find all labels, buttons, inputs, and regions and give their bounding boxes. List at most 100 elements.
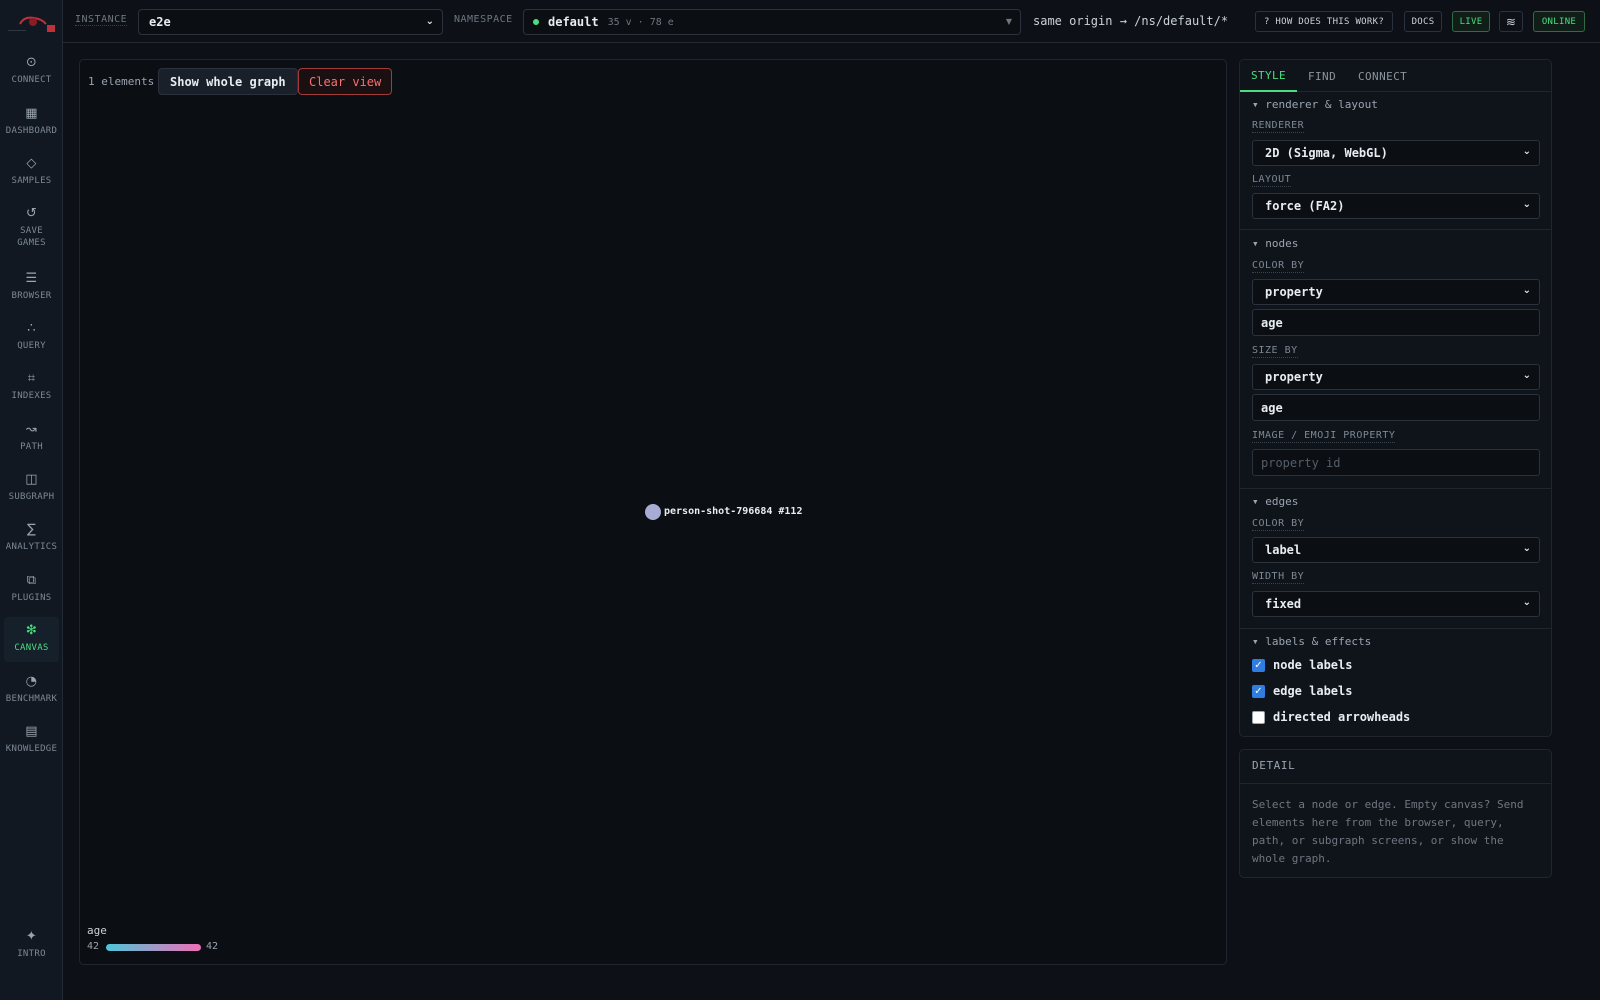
checkbox-label: edge labels (1273, 684, 1353, 698)
node-size-by-label: SIZE BY (1252, 345, 1298, 358)
nav-intro[interactable]: ✦ INTRO (4, 930, 59, 962)
instance-select[interactable]: e2e ⌄ (138, 9, 443, 35)
tab-style[interactable]: STYLE (1240, 60, 1297, 92)
show-whole-graph-button[interactable]: Show whole graph (158, 68, 298, 95)
divider (1240, 628, 1551, 629)
app-logo[interactable]: ────── (6, 10, 57, 34)
live-button[interactable]: LIVE (1452, 11, 1490, 32)
layout-select[interactable]: force (FA2) ⌄ (1252, 193, 1540, 219)
path-icon: ↝ (25, 422, 38, 437)
help-button[interactable]: ? HOW DOES THIS WORK? (1255, 11, 1393, 32)
nav-connect[interactable]: ⊙ CONNECT (4, 56, 59, 88)
node-size-by-select[interactable]: property ⌄ (1252, 364, 1540, 390)
nav-label: SAVE GAMES (17, 226, 46, 248)
nav-label: KNOWLEDGE (5, 744, 58, 754)
instance-value: e2e (149, 15, 171, 29)
edge-color-by-label: COLOR BY (1252, 518, 1305, 531)
edge-labels-checkbox[interactable]: ✓ edge labels (1252, 684, 1352, 698)
graph-canvas[interactable]: 1 elements Show whole graph Clear view p… (79, 59, 1227, 965)
samples-icon: ◇ (26, 156, 37, 171)
nav-save-games[interactable]: ↺ SAVE GAMES (4, 207, 59, 253)
labels-section-toggle[interactable]: ▾ labels & effects (1252, 635, 1371, 648)
namespace-value: default (548, 15, 599, 29)
nodes-section-toggle[interactable]: ▾ nodes (1252, 237, 1298, 250)
online-badge: ONLINE (1533, 11, 1585, 32)
save-games-icon: ↺ (25, 206, 38, 221)
legend-gradient (106, 944, 201, 951)
namespace-label: NAMESPACE (454, 14, 513, 25)
divider (1240, 783, 1551, 784)
node-color-by-select[interactable]: property ⌄ (1252, 279, 1540, 305)
chevron-down-icon: ⌄ (1522, 543, 1531, 554)
chevron-down-icon: ⌄ (1522, 597, 1531, 608)
nav-query[interactable]: ∴ QUERY (4, 322, 59, 354)
nav-subgraph[interactable]: ◫ SUBGRAPH (4, 473, 59, 505)
nav-analytics[interactable]: ∑ ANALYTICS (4, 523, 59, 555)
node-color-property-input[interactable]: age (1252, 309, 1540, 336)
renderer-select[interactable]: 2D (Sigma, WebGL) ⌄ (1252, 140, 1540, 166)
nav-label: PATH (20, 442, 43, 452)
directed-arrowheads-checkbox[interactable]: directed arrowheads (1252, 710, 1410, 724)
style-panel: STYLE FIND CONNECT ▾ renderer & layout R… (1239, 59, 1552, 737)
knowledge-icon: ▤ (25, 724, 38, 739)
nav-plugins[interactable]: ⧉ PLUGINS (4, 574, 59, 606)
node-size-property-input[interactable]: age (1252, 394, 1540, 421)
checkbox-label: directed arrowheads (1273, 710, 1411, 724)
nav-dashboard[interactable]: ▦ DASHBOARD (4, 107, 59, 139)
nav-label: SUBGRAPH (8, 492, 55, 502)
namespace-select[interactable]: default 35 v · 78 e ▼ (523, 9, 1021, 35)
dropdown-arrow-icon: ▼ (1005, 17, 1012, 26)
clear-view-button[interactable]: Clear view (298, 68, 393, 95)
edge-color-by-value: label (1265, 543, 1302, 557)
legend-title: age (87, 924, 107, 937)
node-label: person-shot-796684 #112 (664, 506, 803, 517)
sparkle-icon: ✦ (25, 929, 38, 944)
nav-label: INTRO (17, 949, 46, 959)
nav-knowledge[interactable]: ▤ KNOWLEDGE (4, 725, 59, 757)
edges-section-toggle[interactable]: ▾ edges (1252, 495, 1298, 508)
node-color-by-value: property (1265, 285, 1323, 299)
chevron-down-icon: ⌄ (1522, 199, 1531, 210)
plugins-icon: ⧉ (26, 573, 37, 588)
nav-label: BROWSER (11, 291, 52, 301)
analytics-icon: ∑ (26, 522, 37, 537)
menu-icon[interactable]: ≋ (1499, 11, 1523, 32)
top-bar: INSTANCE e2e ⌄ NAMESPACE default 35 v · … (63, 0, 1600, 43)
chevron-down-icon: ⌄ (425, 16, 434, 27)
chevron-down-icon: ⌄ (1522, 285, 1531, 296)
edge-width-by-select[interactable]: fixed ⌄ (1252, 591, 1540, 617)
nav-label: PLUGINS (11, 593, 52, 603)
query-icon: ∴ (27, 321, 36, 336)
sidebar: ────── ⊙ CONNECT ▦ DASHBOARD ◇ SAMPLES ↺… (0, 0, 63, 1000)
detail-title: DETAIL (1252, 759, 1296, 772)
nav-indexes[interactable]: ⌗ INDEXES (4, 372, 59, 404)
svg-text:──────: ────── (7, 28, 27, 34)
docs-button[interactable]: DOCS (1404, 11, 1442, 32)
panel-tabs: STYLE FIND CONNECT (1240, 60, 1551, 92)
legend-max: 42 (206, 941, 219, 952)
nav-samples[interactable]: ◇ SAMPLES (4, 157, 59, 189)
edge-color-by-select[interactable]: label ⌄ (1252, 537, 1540, 563)
edge-width-by-label: WIDTH BY (1252, 571, 1305, 584)
detail-empty-text: Select a node or edge. Empty canvas? Sen… (1252, 798, 1524, 865)
graph-node[interactable] (645, 504, 661, 520)
nav-label: CANVAS (14, 643, 49, 653)
nav-path[interactable]: ↝ PATH (4, 423, 59, 455)
node-labels-checkbox[interactable]: ✓ node labels (1252, 658, 1352, 672)
renderer-section-toggle[interactable]: ▾ renderer & layout (1252, 98, 1378, 111)
status-dot (533, 19, 539, 25)
nav-label: DASHBOARD (5, 126, 58, 136)
indexes-icon: ⌗ (27, 371, 36, 386)
nav-browser[interactable]: ☰ BROWSER (4, 272, 59, 304)
image-property-input[interactable]: property id (1252, 449, 1540, 476)
unchecked-box-icon (1252, 710, 1265, 724)
canvas-icon: ❇ (25, 623, 38, 638)
edge-width-by-value: fixed (1265, 597, 1302, 611)
nav-benchmark[interactable]: ◔ BENCHMARK (4, 675, 59, 707)
checkbox-label: node labels (1273, 658, 1353, 672)
check-icon: ✓ (1252, 658, 1265, 672)
nav-canvas[interactable]: ❇ CANVAS (4, 617, 59, 662)
tab-connect[interactable]: CONNECT (1358, 60, 1407, 92)
divider (1240, 229, 1551, 230)
tab-find[interactable]: FIND (1308, 60, 1336, 92)
